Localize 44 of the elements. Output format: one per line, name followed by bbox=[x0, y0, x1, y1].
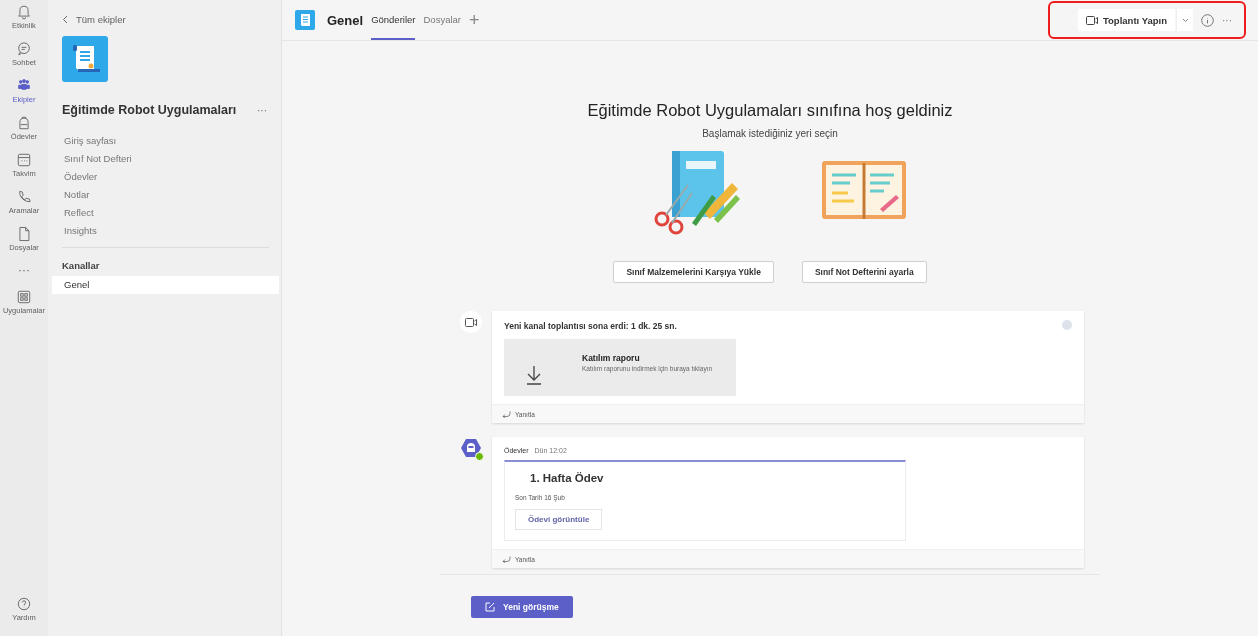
welcome-action-button[interactable]: Sınıf Malzemelerini Karşıya Yükle bbox=[613, 261, 774, 283]
more-apps-button[interactable]: ··· bbox=[18, 262, 30, 288]
more-options-button[interactable]: ··· bbox=[1222, 14, 1232, 26]
team-nav-item[interactable]: Reflect bbox=[52, 204, 279, 222]
back-link[interactable]: Tüm ekipler bbox=[52, 12, 279, 26]
reply-arrow-icon bbox=[502, 555, 511, 563]
video-camera-icon bbox=[465, 317, 477, 327]
chevron-left-icon bbox=[62, 14, 68, 24]
team-nav-item[interactable]: Insights bbox=[52, 222, 279, 240]
view-assignment-button[interactable]: Ödevi görüntüle bbox=[515, 509, 603, 530]
channel-icon bbox=[295, 10, 315, 30]
attachment-title: Katılım raporu bbox=[582, 353, 641, 363]
video-camera-icon bbox=[1085, 15, 1098, 25]
team-nav-item[interactable]: Giriş sayfası bbox=[52, 132, 279, 150]
info-icon[interactable] bbox=[1201, 13, 1214, 27]
team-nav-item[interactable]: Ödevler bbox=[52, 168, 279, 186]
channel-tab[interactable]: Gönderiler bbox=[371, 0, 416, 40]
add-tab-button[interactable]: + bbox=[469, 9, 480, 31]
meet-button[interactable]: Toplantı Yapın bbox=[1077, 9, 1175, 31]
caret-icon bbox=[1181, 17, 1189, 23]
help-icon bbox=[15, 595, 33, 613]
rail-icon bbox=[15, 3, 33, 21]
assignment-title: 1. Hafta Ödev bbox=[529, 472, 605, 484]
download-icon bbox=[526, 365, 542, 385]
assignments-bot-avatar-icon bbox=[460, 437, 482, 459]
more-options-button[interactable]: ··· bbox=[257, 104, 267, 116]
channel-tab[interactable]: Dosyalar bbox=[423, 0, 461, 40]
team-nav-item[interactable]: Sınıf Not Defteri bbox=[52, 150, 279, 168]
welcome-title: Eğitimde Robot Uygulamaları sınıfına hoş geldiniz bbox=[587, 101, 953, 120]
team-logo-icon bbox=[62, 36, 108, 82]
reply-arrow-icon bbox=[502, 410, 511, 418]
channel-item[interactable]: Genel bbox=[52, 276, 279, 294]
channels-heading: Kanallar bbox=[61, 259, 101, 273]
welcome-action-button[interactable]: Sınıf Not Defterini ayarla bbox=[801, 261, 927, 283]
compose-icon bbox=[485, 602, 495, 612]
rail-icon bbox=[15, 151, 33, 169]
welcome-subtitle: Başlamak istediğiniz yeri seçin bbox=[702, 128, 838, 139]
message-text: Yeni kanal toplantısı sona erdi: 1 dk. 25 sn. bbox=[504, 321, 677, 331]
team-name: Eğitimde Robot Uygulamaları bbox=[62, 103, 237, 117]
channel-title: Genel bbox=[327, 12, 364, 28]
apps-icon bbox=[15, 288, 33, 306]
team-nav-item[interactable]: Notlar bbox=[52, 186, 279, 204]
rail-icon bbox=[15, 40, 33, 58]
new-conversation-button[interactable]: Yeni görüşme bbox=[471, 596, 573, 618]
